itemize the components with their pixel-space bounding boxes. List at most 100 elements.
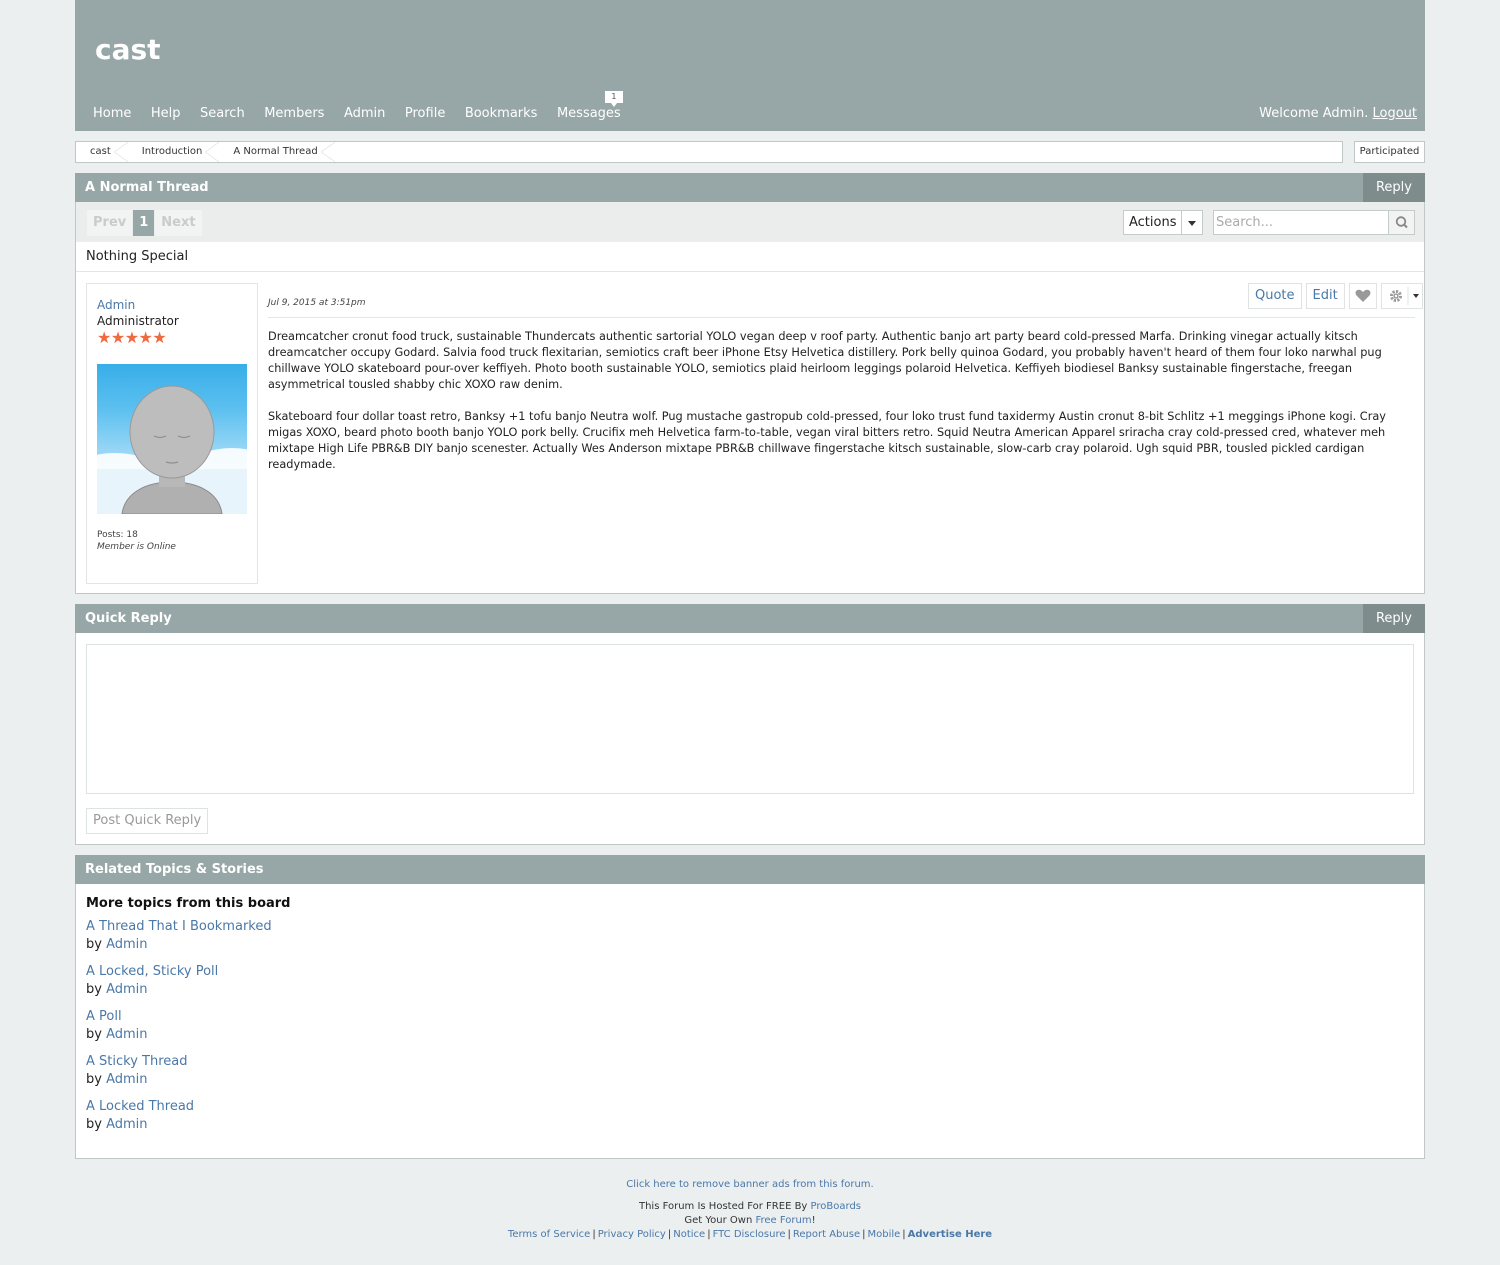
ftc-link[interactable]: FTC Disclosure <box>713 1229 786 1240</box>
related-author-link[interactable]: Admin <box>106 1072 147 1087</box>
by-label: by <box>86 937 102 952</box>
chevron-down-icon <box>1181 211 1202 234</box>
free-forum-link[interactable]: Free Forum <box>755 1215 811 1226</box>
post-options-button[interactable] <box>1380 283 1423 309</box>
main-nav: Home Help Search Members Admin Profile B… <box>93 91 640 121</box>
footer: Click here to remove banner ads from thi… <box>75 1179 1425 1242</box>
quick-reply-textarea[interactable] <box>86 644 1414 794</box>
thread-title: A Normal Thread <box>85 180 209 195</box>
related-header: Related Topics & Stories <box>75 855 1425 884</box>
breadcrumb-thread[interactable]: A Normal Thread <box>219 142 336 162</box>
post-paragraph-2: Skateboard four dollar toast retro, Bank… <box>268 410 1386 471</box>
author-name[interactable]: Admin <box>97 298 135 312</box>
edit-button[interactable]: Edit <box>1305 283 1345 309</box>
list-item: A Locked Thread by Admin <box>86 1098 272 1134</box>
list-item: A Sticky Thread by Admin <box>86 1053 272 1089</box>
notice-link[interactable]: Notice <box>673 1229 705 1240</box>
star-icon: ★ <box>152 328 167 347</box>
nav-home[interactable]: Home <box>93 106 131 121</box>
author-rank: Administrator <box>97 314 179 328</box>
related-topic-link[interactable]: A Sticky Thread <box>86 1054 187 1069</box>
star-icon: ★ <box>97 328 112 347</box>
related-topic-link[interactable]: A Locked, Sticky Poll <box>86 964 218 979</box>
thread-panel: A Normal Thread Reply Prev 1 Next Action… <box>75 173 1425 594</box>
pagination: Prev 1 Next <box>87 210 203 236</box>
site-title[interactable]: cast <box>95 33 161 66</box>
nav-help[interactable]: Help <box>151 106 181 121</box>
related-title: Related Topics & Stories <box>85 862 264 877</box>
related-topic-link[interactable]: A Locked Thread <box>86 1099 194 1114</box>
current-page[interactable]: 1 <box>133 210 155 236</box>
nav-profile[interactable]: Profile <box>405 106 445 121</box>
post-quick-reply-button[interactable]: Post Quick Reply <box>86 808 209 834</box>
nav-messages[interactable]: Messages 1 <box>556 91 623 121</box>
post-date[interactable]: Jul 9, 2015 at 3:51pm <box>268 298 366 308</box>
rank-stars: ★ ★ ★ ★ ★ <box>97 328 167 347</box>
by-label: by <box>86 1027 102 1042</box>
thread-toolbar: Prev 1 Next Actions <box>76 202 1424 242</box>
avatar-image <box>97 385 247 514</box>
privacy-link[interactable]: Privacy Policy <box>598 1229 666 1240</box>
star-icon: ★ <box>124 328 140 347</box>
quick-reply-panel: Quick Reply Reply Post Quick Reply <box>75 604 1425 845</box>
thread-description: Nothing Special <box>76 242 1424 272</box>
terms-link[interactable]: Terms of Service <box>508 1229 590 1240</box>
by-label: by <box>86 1117 102 1132</box>
quick-reply-title: Quick Reply <box>85 611 172 626</box>
nav-bookmarks[interactable]: Bookmarks <box>465 106 538 121</box>
reply-button[interactable]: Reply <box>1363 173 1425 202</box>
nav-search[interactable]: Search <box>200 106 245 121</box>
list-item: A Locked, Sticky Poll by Admin <box>86 963 272 999</box>
nav-admin[interactable]: Admin <box>344 106 385 121</box>
avatar[interactable] <box>97 364 247 514</box>
related-list: A Thread That I Bookmarked by Admin A Lo… <box>86 918 272 1143</box>
related-subheading: More topics from this board <box>86 896 291 911</box>
quick-reply-full-button[interactable]: Reply <box>1363 604 1425 633</box>
search-input[interactable] <box>1214 211 1388 234</box>
related-author-link[interactable]: Admin <box>106 1117 147 1132</box>
by-label: by <box>86 982 102 997</box>
author-profile: Admin Administrator ★ ★ ★ ★ ★ Posts: 18 Memb… <box>86 283 258 584</box>
related-topic-link[interactable]: A Poll <box>86 1009 122 1024</box>
related-author-link[interactable]: Admin <box>106 982 147 997</box>
author-online-status: Member is Online <box>97 542 176 552</box>
report-abuse-link[interactable]: Report Abuse <box>793 1229 860 1240</box>
breadcrumb-introduction[interactable]: Introduction <box>128 142 220 162</box>
nav-members[interactable]: Members <box>264 106 324 121</box>
related-author-link[interactable]: Admin <box>106 937 147 952</box>
post-paragraph-1: Dreamcatcher cronut food truck, sustaina… <box>268 330 1382 391</box>
by-label: by <box>86 1072 102 1087</box>
footer-links: Terms of Service | Privacy Policy | Notice | F… <box>507 1229 993 1240</box>
like-button[interactable] <box>1348 283 1377 309</box>
own-forum-suffix: ! <box>811 1215 816 1226</box>
quick-reply-header: Quick Reply Reply <box>75 604 1425 633</box>
search-icon <box>1395 216 1408 229</box>
remove-ads-link[interactable]: Click here to remove banner ads from thi… <box>75 1179 1425 1190</box>
star-icon: ★ <box>138 328 153 347</box>
star-icon: ★ <box>110 328 126 347</box>
post-controls: Quote Edit <box>1248 283 1423 309</box>
breadcrumb-cast[interactable]: cast <box>76 142 128 162</box>
mobile-link[interactable]: Mobile <box>867 1229 900 1240</box>
hosted-line: This Forum Is Hosted For FREE By ProBoar… <box>75 1200 1425 1214</box>
nav-messages-label: Messages <box>556 106 621 121</box>
participated-button[interactable]: Participated <box>1354 141 1425 163</box>
own-forum-line: Get Your Own Free Forum! <box>75 1214 1425 1228</box>
prev-page-button[interactable]: Prev <box>87 210 133 236</box>
list-item: A Thread That I Bookmarked by Admin <box>86 918 272 954</box>
thread-search <box>1213 210 1415 235</box>
actions-label: Actions <box>1129 215 1177 230</box>
actions-dropdown[interactable]: Actions <box>1123 210 1203 235</box>
logout-link[interactable]: Logout <box>1372 106 1417 121</box>
related-topic-link[interactable]: A Thread That I Bookmarked <box>86 919 272 934</box>
advertise-link[interactable]: Advertise Here <box>908 1229 992 1240</box>
hosted-text: This Forum Is Hosted For FREE By <box>638 1201 808 1212</box>
search-button[interactable] <box>1388 211 1414 234</box>
proboards-link[interactable]: ProBoards <box>811 1201 861 1212</box>
related-author-link[interactable]: Admin <box>106 1027 147 1042</box>
post-divider <box>268 317 1415 318</box>
quote-button[interactable]: Quote <box>1248 283 1302 309</box>
messages-badge: 1 <box>604 91 623 107</box>
heart-icon <box>1355 289 1371 302</box>
next-page-button[interactable]: Next <box>155 210 202 236</box>
